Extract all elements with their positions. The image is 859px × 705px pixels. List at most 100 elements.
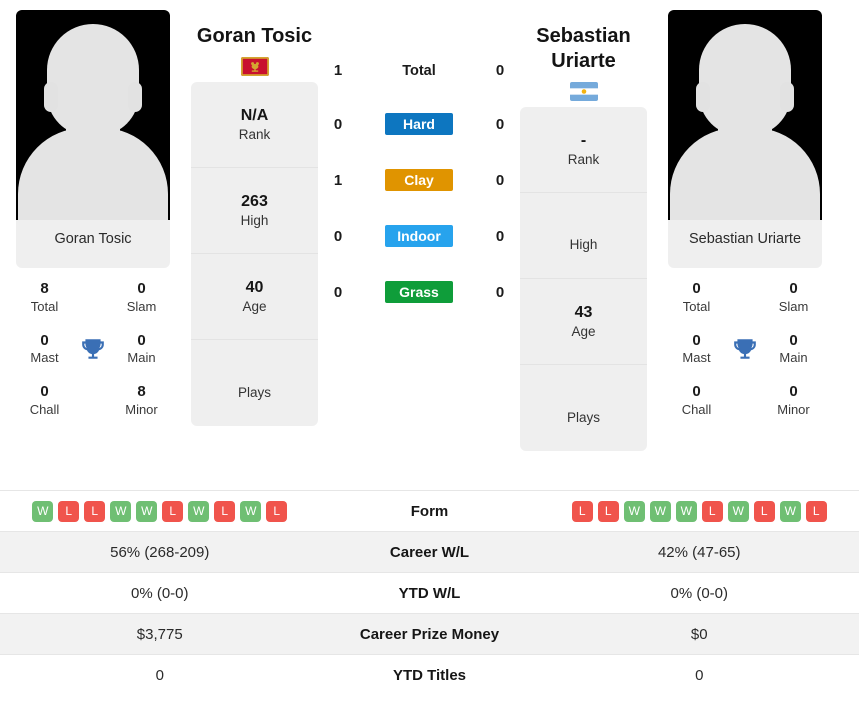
left-player-avatar	[16, 10, 170, 220]
right-trophy-main-label: Main	[779, 350, 808, 366]
left-form-strip: WLLWWLWLWL	[0, 500, 320, 522]
right-trophy-total: 0 Total	[668, 280, 725, 316]
avatar-silhouette-ear-right	[780, 82, 794, 112]
right-stat-age-value: 43	[574, 303, 593, 321]
left-player-stats-column: Goran Tosic N/A Rank 263 High 40 Age Pla…	[186, 10, 323, 426]
left-player-photo-card[interactable]: Goran Tosic	[16, 10, 170, 268]
form-badge-loss: L	[162, 500, 184, 522]
form-badge-loss: L	[805, 500, 827, 522]
right-stat-plays-label: Plays	[566, 409, 600, 425]
left-stat-rank-label: Rank	[238, 127, 271, 143]
h2h-right-score: 0	[495, 283, 505, 301]
argentina-flag	[569, 82, 598, 101]
right-stat-rank: - Rank	[520, 107, 647, 193]
form-badge-win: W	[32, 500, 54, 522]
avatar-silhouette-ear-right	[128, 82, 142, 112]
form-badge-win: W	[779, 500, 801, 522]
right-trophy-main: 0 Main	[765, 332, 822, 368]
right-trophy-slam: 0 Slam	[765, 280, 822, 316]
left-player-trophy-grid: 8 Total 0 Slam 0 Mast 0 Main 0 Chall 8 M…	[16, 272, 170, 433]
form-badge-win: W	[240, 500, 262, 522]
h2h-left-score: 1	[333, 62, 343, 79]
cmp-right-ytd-titles: 0	[695, 666, 704, 684]
left-player-photo-caption: Goran Tosic	[54, 231, 132, 247]
right-player-photo-card[interactable]: Sebastian Uriarte	[668, 10, 822, 268]
left-stat-high-label: High	[240, 213, 269, 229]
avatar-silhouette-ear-left	[696, 82, 710, 112]
right-player-column: Sebastian Uriarte 0 Total 0 Slam 0 Mast	[652, 10, 838, 433]
left-trophy-mast: 0 Mast	[16, 332, 73, 368]
table-row: 0% (0-0) YTD W/L 0% (0-0)	[0, 572, 859, 613]
left-trophy-chall-label: Chall	[29, 402, 60, 418]
form-badge-win: W	[649, 500, 671, 522]
h2h-left-score: 0	[333, 283, 343, 301]
table-row: W L L W W L W L W L Form L L W W W L W L W L	[0, 490, 859, 531]
avatar-silhouette-body	[670, 128, 820, 220]
right-stat-age: 43 Age	[520, 279, 647, 365]
right-trophy-slam-label: Slam	[778, 298, 809, 314]
right-trophy-mast: 0 Mast	[668, 332, 725, 368]
surface-badge-label: Hard	[385, 113, 453, 135]
h2h-row-grass: 0 Grass 0	[323, 281, 515, 303]
h2h-row-indoor: 0 Indoor 0	[323, 225, 515, 247]
cmp-left-ytd-titles: 0	[155, 666, 164, 684]
left-stat-age: 40 Age	[191, 254, 318, 340]
h2h-right-score: 0	[495, 115, 505, 133]
right-form-strip: LLWWWLWLWL	[540, 500, 859, 522]
table-row: 0 YTD Titles 0	[0, 654, 859, 695]
comparison-table: W L L W W L W L W L Form L L W W W L W L W L 56% (268-209) Car…	[0, 490, 859, 695]
form-badge-loss: L	[214, 500, 236, 522]
left-trophy-minor-value: 8	[137, 383, 146, 401]
right-trophy-minor-label: Minor	[777, 402, 810, 418]
left-trophy-slam-label: Slam	[126, 298, 157, 314]
form-badge-loss: L	[597, 500, 619, 522]
right-trophy-total-label: Total	[682, 298, 711, 314]
left-trophy-total: 8 Total	[16, 280, 73, 316]
left-stat-rank-value: N/A	[240, 106, 269, 124]
form-badge-win: W	[727, 500, 749, 522]
cmp-row-label: Career Prize Money	[359, 625, 500, 643]
left-trophy-chall-value: 0	[40, 383, 49, 401]
left-trophy-slam: 0 Slam	[113, 280, 170, 316]
right-trophy-slam-value: 0	[789, 280, 798, 297]
left-stat-age-value: 40	[245, 278, 264, 296]
cmp-right-career-prize: $0	[690, 625, 708, 643]
surface-badge-label: Grass	[385, 281, 453, 303]
left-trophy-main-label: Main	[127, 350, 156, 366]
form-badge-win: W	[623, 500, 645, 522]
right-trophy-chall-value: 0	[692, 383, 701, 401]
surface-badge-hard: Hard	[359, 113, 479, 135]
left-trophy-main: 0 Main	[113, 332, 170, 368]
cmp-row-label: Career W/L	[389, 543, 470, 561]
left-stat-rank: N/A Rank	[191, 82, 318, 168]
left-trophy-mast-value: 0	[40, 331, 49, 349]
trophy-icon	[73, 336, 113, 362]
surface-badge-grass: Grass	[359, 281, 479, 303]
h2h-row-hard: 0 Hard 0	[323, 113, 515, 135]
form-badge-win: W	[188, 500, 210, 522]
left-stat-high: 263 High	[191, 168, 318, 254]
right-player-photo-caption: Sebastian Uriarte	[688, 231, 802, 247]
h2h-left-score: 0	[333, 115, 343, 133]
table-row: 56% (268-209) Career W/L 42% (47-65)	[0, 531, 859, 572]
left-player-column: Goran Tosic 8 Total 0 Slam 0 Mast 0 Main…	[0, 10, 186, 433]
trophy-icon	[725, 336, 765, 362]
right-stat-high: High	[520, 193, 647, 279]
right-trophy-main-value: 0	[789, 331, 798, 349]
cmp-right-ytd-wl: 0% (0-0)	[670, 584, 729, 602]
right-stat-rank-label: Rank	[567, 152, 600, 168]
cmp-left-form: WLLWWLWLWL	[0, 500, 320, 522]
left-stat-plays-label: Plays	[237, 384, 271, 400]
right-trophy-chall: 0 Chall	[668, 383, 725, 419]
left-stat-high-value: 263	[241, 192, 268, 210]
right-trophy-chall-label: Chall	[681, 402, 712, 418]
surface-badge-label: Indoor	[385, 225, 453, 247]
form-badge-loss: L	[571, 500, 593, 522]
right-player-stats-column: Sebastian Uriarte - Rank High 43 Age Pla…	[515, 10, 652, 451]
form-badge-loss: L	[701, 500, 723, 522]
right-trophy-mast-value: 0	[692, 331, 701, 349]
left-stat-plays: Plays	[191, 340, 318, 426]
left-player-stat-card: N/A Rank 263 High 40 Age Plays	[191, 82, 318, 426]
surface-badge-clay: Clay	[359, 169, 479, 191]
player-comparison-header: Goran Tosic 8 Total 0 Slam 0 Mast 0 Main…	[0, 0, 859, 490]
